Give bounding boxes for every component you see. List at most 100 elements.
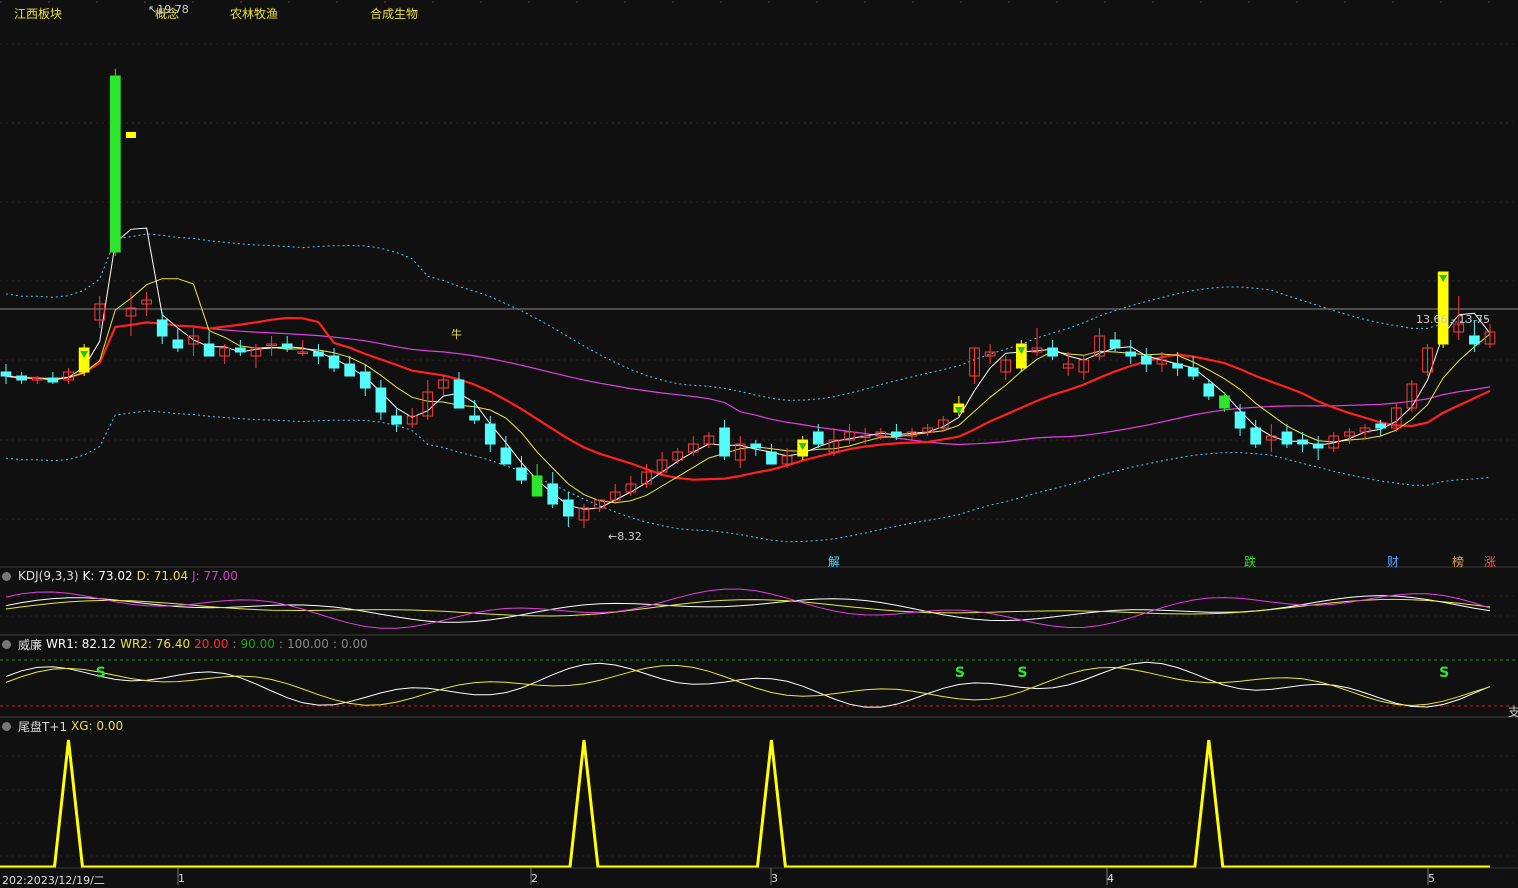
collapse-wr-icon[interactable]	[2, 639, 11, 649]
high-price-label: ↖19.78	[148, 3, 189, 16]
candle-body	[812, 431, 824, 445]
candle-body	[469, 415, 480, 421]
wr-s-marker: S	[1017, 665, 1027, 681]
grid-lines	[0, 1, 1518, 857]
wr-panel: SSSS	[5, 661, 1491, 708]
candle-body	[313, 351, 324, 357]
wr-header: 威廉 WR1: 82.12 WR2: 76.40 20.00 : 90.00 :…	[0, 636, 368, 652]
candle-body	[750, 443, 762, 449]
tail-name[interactable]: 尾盘T+1	[18, 718, 67, 735]
candle-body	[453, 379, 465, 409]
event-tag-fall[interactable]: 跌	[1244, 553, 1256, 570]
candle-body	[1281, 431, 1293, 445]
yellow-marker	[125, 132, 136, 138]
candle-body	[1375, 423, 1386, 429]
candle-body	[1140, 355, 1152, 365]
wr-side-label: 支	[1508, 705, 1518, 719]
x-axis-month-4: 4	[1107, 872, 1114, 885]
low-price-value: 8.32	[617, 530, 642, 543]
candle-body	[110, 75, 121, 253]
candle-body	[234, 347, 246, 353]
x-axis-month-3: 3	[771, 872, 778, 885]
x-axis-month-1: 1	[178, 872, 185, 885]
candle-body	[1172, 363, 1183, 369]
wr-s-marker: S	[96, 665, 106, 681]
collapse-tail-icon[interactable]	[2, 721, 11, 731]
candle-body	[1109, 339, 1121, 349]
boll-lower-line	[5, 410, 1491, 543]
x-axis-month-2: 2	[531, 872, 538, 885]
candle-body	[328, 355, 340, 369]
kdj-d-value: D: 71.04	[136, 569, 189, 583]
collapse-kdj-icon[interactable]	[2, 571, 11, 581]
sector-label-agriculture[interactable]: 农林牧渔	[230, 5, 278, 22]
tail-panel	[0, 739, 1490, 869]
candle-body	[766, 451, 777, 465]
candle-body	[391, 415, 402, 425]
candles	[0, 68, 1496, 528]
candle-body	[172, 339, 184, 349]
candle-body	[16, 375, 27, 381]
kdj-j-value: J: 77.00	[192, 569, 238, 583]
candle-body	[203, 343, 215, 357]
candle-body	[500, 447, 512, 465]
event-tag-board[interactable]: 榜	[1452, 553, 1464, 570]
candle-body	[1047, 347, 1058, 357]
stock-chart[interactable]: SSSS	[0, 0, 1518, 885]
kdj-k-value: K: 73.02	[82, 569, 133, 583]
candle-body	[1234, 411, 1246, 429]
kdj-j-line	[5, 588, 1491, 629]
wr-l90: 90.00	[240, 637, 275, 651]
kdj-header: KDJ(9,3,3) K: 73.02 D: 71.04 J: 77.00	[0, 568, 238, 584]
sector-label-synbio[interactable]: 合成生物	[370, 5, 418, 22]
candle-body	[484, 423, 496, 445]
kdj-name[interactable]: KDJ(9,3,3)	[18, 569, 79, 583]
wr2-line	[5, 664, 1491, 707]
candle-body	[1219, 395, 1230, 409]
wr-s-marker: S	[955, 665, 965, 681]
ma60-line	[5, 321, 1491, 446]
bollinger-bands	[5, 233, 1491, 543]
wr-s-marker: S	[1439, 665, 1449, 681]
candle-body	[531, 475, 543, 497]
low-price-label: ←8.32	[608, 530, 642, 543]
event-tag-finance[interactable]: 财	[1387, 553, 1399, 570]
wr-l20: 20.00	[194, 637, 229, 651]
candle-body	[547, 483, 559, 505]
candle-body	[1125, 351, 1137, 357]
event-tag-rise[interactable]: 涨	[1484, 553, 1496, 570]
candle-body	[516, 467, 527, 481]
xg-line	[0, 739, 1490, 869]
candle-body	[281, 343, 293, 349]
candle-body	[375, 387, 387, 413]
candle-body	[891, 431, 902, 437]
candle-body	[0, 371, 12, 377]
candle-body	[1203, 383, 1215, 397]
wr-name[interactable]: 威廉	[18, 636, 42, 653]
candle-body	[1187, 367, 1199, 377]
wr-l100: 100.00	[286, 637, 329, 651]
wr-l0: 0.00	[341, 637, 368, 651]
sector-label-jiangxi[interactable]: 江西板块	[14, 5, 62, 22]
candle-body	[1297, 439, 1308, 445]
tail-xg-value: XG: 0.00	[71, 719, 124, 733]
wr2-value: WR2: 76.40	[120, 637, 191, 651]
candle-body	[1250, 427, 1262, 445]
candle-body	[563, 499, 574, 517]
boll-upper-line	[5, 233, 1491, 401]
wr1-value: WR1: 82.12	[46, 637, 117, 651]
event-tag-unlock[interactable]: 解	[828, 553, 840, 570]
candle-body	[47, 377, 59, 383]
panel-separators	[0, 566, 1518, 885]
candle-body	[344, 363, 356, 377]
candle-body	[719, 427, 730, 457]
candle-body	[1469, 335, 1480, 345]
candle-body	[359, 371, 371, 389]
x-axis-month-5: 5	[1428, 872, 1435, 885]
moving-averages	[5, 227, 1491, 510]
candle-body	[1312, 443, 1324, 449]
ma20-line	[5, 316, 1491, 481]
candle-body	[156, 319, 168, 337]
tail-header: 尾盘T+1 XG: 0.00	[0, 718, 123, 734]
ma10-line	[5, 278, 1491, 504]
